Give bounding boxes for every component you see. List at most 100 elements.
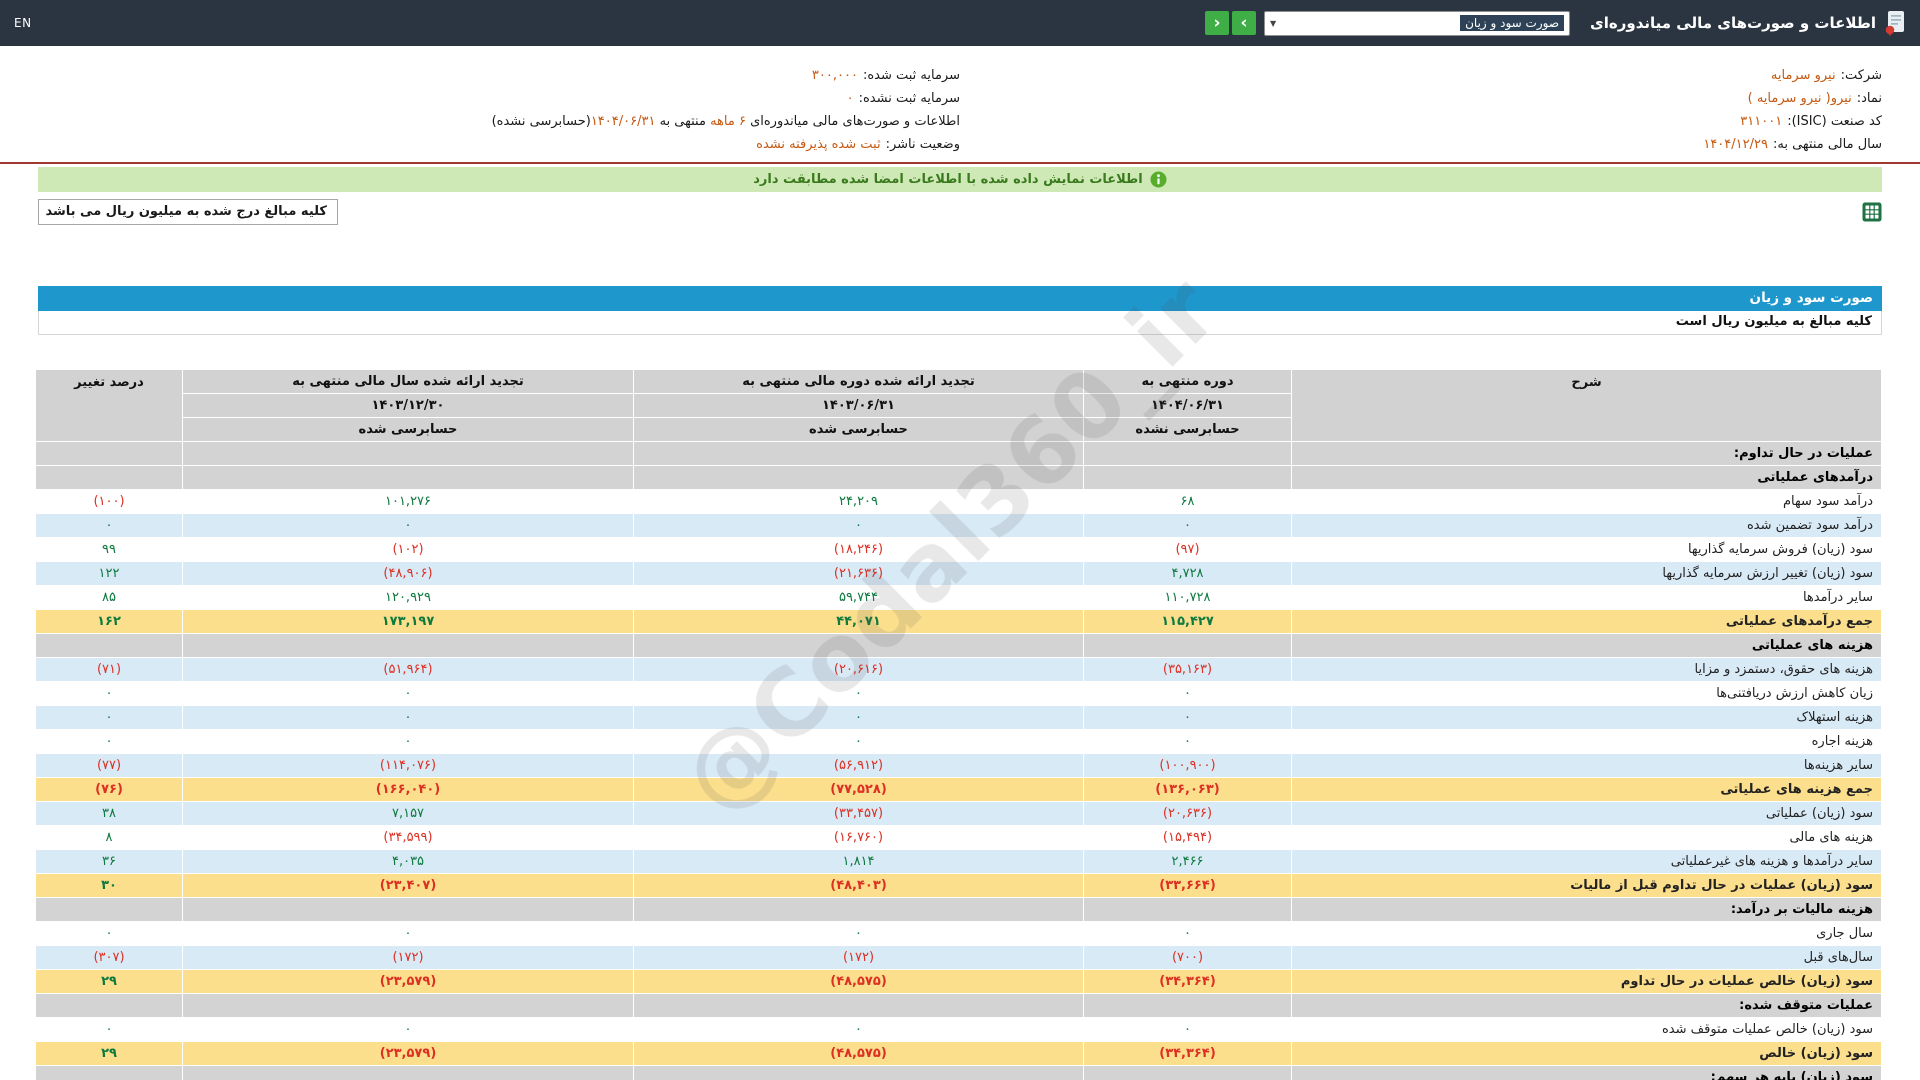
row-label: سود (زیان) تغییر ارزش سرمایه گذاریها [1291,561,1882,586]
value-cell: ۲۴,۲۰۹ [633,489,1084,514]
value-cell: (۵۱,۹۶۴) [182,657,634,682]
info-row: وضعیت ناشر: ثبت شده پذیرفته نشده [38,133,960,156]
row-label: سود (زیان) عملیات در حال تداوم قبل از ما… [1291,873,1882,898]
pct-cell: ۳۸ [35,801,183,826]
value-cell: (۲۰,۶۱۶) [633,657,1084,682]
statement-table-header: شرح دوره منتهی به تجدید ارائه شده دوره م… [35,369,1882,442]
value-cell: ۰ [182,921,634,946]
value-cell: (۱۳۶,۰۶۳) [1083,777,1292,802]
value-cell: (۴۸,۵۷۵) [633,1041,1084,1066]
value-cell: ۰ [182,681,634,706]
language-toggle-en[interactable]: EN [14,16,32,30]
table-row: سال جاری ۰ ۰ ۰ ۰ [35,921,1882,946]
value-cell [633,993,1084,1018]
info-value: ۱۴۰۴/۱۲/۲۹ [1703,137,1768,152]
info-label: شرکت: [1840,68,1882,83]
value-cell: ۰ [1083,705,1292,730]
info-text: (حسابرسی نشده) [491,114,591,129]
pct-cell: ۸۵ [35,585,183,610]
company-info-left: سرمایه ثبت شده: ۳۰۰,۰۰۰ سرمایه ثبت نشده: ۰ ا… [38,64,960,156]
statement-table-body: عملیات در حال تداوم: درآمدهای عملیاتی درآم… [35,441,1882,1080]
nav-back-button[interactable]: ‹ [1205,11,1230,35]
row-label: هزینه های عملیاتی [1291,633,1882,658]
value-cell: (۱۱۴,۰۷۶) [182,753,634,778]
nav-forward-button[interactable]: › [1232,11,1257,35]
row-label: سایر هزینه‌ها [1291,753,1882,778]
value-cell [182,465,634,490]
info-text: منتهی به [655,114,711,129]
value-cell: (۷۷,۵۲۸) [633,777,1084,802]
info-value: ۳۱۱۰۰۱ [1740,114,1783,129]
col-header-restated-year-audit: حسابرسی شده [182,417,634,442]
value-cell: (۱۶۶,۰۴۰) [182,777,634,802]
value-cell: ۰ [633,1017,1084,1042]
value-cell: (۳۴,۵۹۹) [182,825,634,850]
value-cell [182,993,634,1018]
value-cell: (۴۸,۹۰۶) [182,561,634,586]
info-label: نماد: [1856,91,1882,106]
value-cell: ۰ [633,705,1084,730]
value-cell: ۶۸ [1083,489,1292,514]
row-label: زیان کاهش ارزش دریافتنی‌ها [1291,681,1882,706]
value-cell: ۰ [182,729,634,754]
info-value: نیرو( نیرو سرمایه ) [1747,91,1852,106]
row-label: سال جاری [1291,921,1882,946]
col-header-restated-period-date: ۱۴۰۳/۰۶/۳۱ [633,393,1084,418]
pct-cell: ۹۹ [35,537,183,562]
amounts-unit-note: کلیه مبالغ درج شده به میلیون ریال می باش… [38,199,338,225]
value-cell: (۳۵,۱۶۳) [1083,657,1292,682]
value-cell: ۰ [182,1017,634,1042]
statement-select[interactable]: صورت سود و زیان ▼ [1264,10,1571,36]
info-row: سال مالی منتهی به: ۱۴۰۴/۱۲/۲۹ [960,133,1882,156]
value-cell [1083,993,1292,1018]
info-value: ثبت شده پذیرفته نشده [756,137,881,152]
col-header-pct: درصد تغییر [35,369,183,442]
table-row: سود (زیان) تغییر ارزش سرمایه گذاریها ۴,۷۲… [35,561,1882,586]
value-cell: (۱۶,۷۶۰) [633,825,1084,850]
value-cell: ۱۷۳,۱۹۷ [182,609,634,634]
value-cell [1083,465,1292,490]
value-cell [633,441,1084,466]
table-row: سال‌های قبل (۷۰۰) (۱۷۲) (۱۷۲) (۳۰۷) [35,945,1882,970]
table-row: هزینه استهلاک ۰ ۰ ۰ ۰ [35,705,1882,730]
row-label: درآمد سود سهام [1291,489,1882,514]
col-header-restated-period-group: تجدید ارائه شده دوره مالی منتهی به [633,369,1084,394]
table-row: سایر هزینه‌ها (۱۰۰,۹۰۰) (۵۶,۹۱۲) (۱۱۴,۰۷۶)(… [35,753,1882,778]
chevron-down-icon: ▼ [1270,18,1277,28]
value-cell [182,897,634,922]
signature-banner-text: اطلاعات نمایش داده شده با اطلاعات امضا ش… [753,172,1143,187]
col-header-period-date: ۱۴۰۴/۰۶/۳۱ [1083,393,1292,418]
pct-cell: ۰ [35,921,183,946]
value-cell: ۱۱۰,۷۲۸ [1083,585,1292,610]
company-info: شرکت: نیرو سرمایه نماد: نیرو( نیرو سرمایه )… [0,46,1920,164]
pct-cell: (۷۱) [35,657,183,682]
info-label: کد صنعت (ISIC): [1787,114,1882,129]
value-cell: (۱۷۲) [633,945,1084,970]
table-row: هزینه های مالی (۱۵,۴۹۴) (۱۶,۷۶۰) (۳۴,۵۹۹) ۸ [35,825,1882,850]
value-cell [633,897,1084,922]
info-row: نماد: نیرو( نیرو سرمایه ) [960,87,1882,110]
table-row: جمع درآمدهای عملیاتی ۱۱۵,۴۲۷ ۴۴,۰۷۱ ۱۷۳,۱۹۷… [35,609,1882,634]
pct-cell: ۰ [35,1017,183,1042]
table-row: سایر درآمدها و هزینه های غیرعملیاتی ۲,۴۶۶… [35,849,1882,874]
value-cell: ۱۰۱,۲۷۶ [182,489,634,514]
info-row: سرمایه ثبت شده: ۳۰۰,۰۰۰ [38,64,960,87]
pct-cell [35,1065,183,1080]
table-row: درآمد سود سهام ۶۸ ۲۴,۲۰۹ ۱۰۱,۲۷۶ (۱۰۰) [35,489,1882,514]
row-label: سود (زیان) خالص عملیات در حال تداوم [1291,969,1882,994]
company-info-right: شرکت: نیرو سرمایه نماد: نیرو( نیرو سرمایه )… [960,64,1882,156]
value-cell: (۳۴,۳۶۴) [1083,1041,1292,1066]
value-cell: ۴,۰۳۵ [182,849,634,874]
info-label: سرمایه ثبت نشده: [858,91,960,106]
table-row: عملیات در حال تداوم: [35,441,1882,466]
pct-cell: ۰ [35,513,183,538]
excel-export-icon[interactable] [1862,202,1882,222]
table-row: سود (زیان) خالص عملیات متوقف شده ۰ ۰ ۰ ۰ [35,1017,1882,1042]
row-label: سود (زیان) خالص عملیات متوقف شده [1291,1017,1882,1042]
value-cell: (۲۳,۴۰۷) [182,873,634,898]
value-cell: (۱۷۲) [182,945,634,970]
table-row: سود (زیان) خالص (۳۴,۳۶۴) (۴۸,۵۷۵) (۲۳,۵۷۹) ۲… [35,1041,1882,1066]
value-cell: ۰ [182,705,634,730]
info-text: اطلاعات و صورت‌های مالی میاندوره‌ای [745,114,960,129]
row-label: سال‌های قبل [1291,945,1882,970]
